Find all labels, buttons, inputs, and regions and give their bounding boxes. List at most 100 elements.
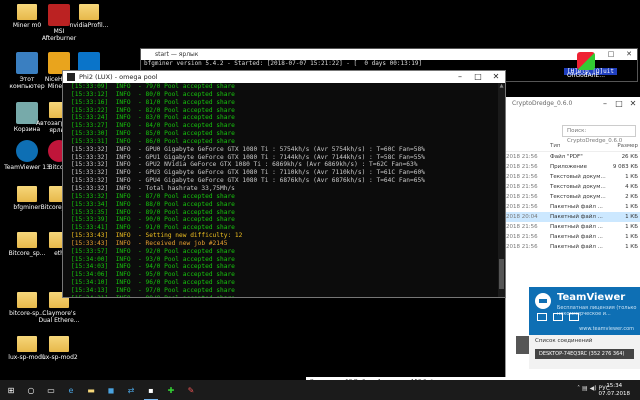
console-line: [15:33:32] INFO - GPU3 Gigabyte GeForce … bbox=[71, 169, 425, 177]
explorer-titlebar[interactable]: CryptoDredge_0.6.0 – □ ✕ bbox=[506, 97, 640, 111]
chat-icon[interactable] bbox=[537, 313, 547, 321]
column-type[interactable]: Тип bbox=[550, 143, 610, 149]
clock-time: 15:34 bbox=[606, 383, 623, 389]
folder-icon bbox=[79, 4, 99, 20]
file-date: 2018 21:56 bbox=[506, 224, 538, 230]
file-row[interactable]: 2018 20:04 Пакетный файл ... 1 КБ bbox=[506, 212, 640, 222]
explorer-column-header: Тип Размер bbox=[506, 141, 640, 152]
file-explorer-icon[interactable]: ▬ bbox=[84, 383, 98, 397]
connection-item[interactable]: DESKTOP-74EQ3RC (352 276 364) bbox=[535, 349, 634, 359]
console-line: [15:33:24] INFO - 83/0 Pool accepted sha… bbox=[71, 114, 235, 122]
teamviewer-connection-list: Список соединений DESKTOP-74EQ3RC (352 2… bbox=[529, 335, 640, 369]
computer-icon bbox=[16, 52, 38, 74]
teamviewer-name: TeamViewer bbox=[557, 292, 626, 303]
file-row[interactable]: 2018 21:56 Текстовый докум... 1 КБ bbox=[506, 172, 640, 182]
file-type: Пакетный файл ... bbox=[550, 224, 603, 230]
console-line: [15:33:32] INFO - GPU1 Gigabyte GeForce … bbox=[71, 153, 425, 161]
close-button[interactable]: ✕ bbox=[626, 97, 640, 111]
file-size: 1 КБ bbox=[625, 204, 638, 210]
network-icon[interactable]: ▤ bbox=[582, 385, 588, 392]
file-size: 26 КБ bbox=[621, 154, 638, 160]
explorer-file-list: 2018 21:56 Файл "PDF" 26 КБ 2018 21:56 Прило… bbox=[506, 152, 640, 252]
maximize-button[interactable]: □ bbox=[612, 97, 626, 111]
column-date[interactable] bbox=[506, 143, 550, 149]
desktop-icon-ohgodanethlargementpill[interactable]: OhGodAnE... bbox=[566, 52, 606, 79]
console-line: [15:34:06] INFO - 95/0 Pool accepted sha… bbox=[71, 271, 235, 279]
console-line: [15:33:27] INFO - 84/0 Pool accepted sha… bbox=[71, 122, 235, 130]
start-button[interactable]: ⊞ bbox=[4, 383, 18, 397]
folder-icon bbox=[17, 336, 37, 352]
file-size: 9 083 КБ bbox=[612, 164, 638, 170]
file-row[interactable]: 2018 21:56 Файл "PDF" 26 КБ bbox=[506, 152, 640, 162]
task-view-icon[interactable]: ▭ bbox=[44, 383, 58, 397]
file-date: 2018 21:56 bbox=[506, 174, 538, 180]
console-line: [15:33:32] INFO - Total hashrate 33,75Mh… bbox=[71, 184, 235, 192]
file-size: 1 КБ bbox=[625, 234, 638, 240]
close-button[interactable]: ✕ bbox=[487, 71, 505, 83]
phi2-console-window[interactable]: Phi2 (LUX) - omega pool – □ ✕ [15:33:09]… bbox=[62, 70, 506, 298]
scroll-up-icon[interactable]: ▲ bbox=[498, 83, 505, 90]
file-type: Файл "PDF" bbox=[550, 154, 583, 160]
file-row[interactable]: 2018 21:56 Текстовый докум... 4 КБ bbox=[506, 182, 640, 192]
pill-taskbar-icon[interactable]: ✎ bbox=[184, 383, 198, 397]
teamviewer-link[interactable]: www.teamviewer.com bbox=[579, 326, 634, 332]
console-line: [15:33:34] INFO - 88/0 Pool accepted sha… bbox=[71, 200, 235, 208]
cortana-icon[interactable]: ○ bbox=[24, 383, 38, 397]
connection-list-header: Список соединений bbox=[535, 338, 593, 344]
console-line: [15:33:35] INFO - 89/0 Pool accepted sha… bbox=[71, 208, 235, 216]
teamviewer-side-handle[interactable] bbox=[516, 336, 529, 354]
minimize-button[interactable]: – bbox=[451, 71, 469, 83]
file-type: Пакетный файл ... bbox=[550, 204, 603, 210]
close-button[interactable]: ✕ bbox=[621, 49, 637, 60]
explorer-search-input[interactable]: Поиск: CryptoDredge_0.6.0 bbox=[562, 125, 636, 144]
desktop-icon[interactable]: nvidiaProfil... bbox=[66, 4, 112, 29]
console-line: [15:33:22] INFO - 82/0 Pool accepted sha… bbox=[71, 106, 235, 114]
file-row[interactable]: 2018 21:56 Пакетный файл ... 1 КБ bbox=[506, 222, 640, 232]
bfgminer-titlebar[interactable]: start — ярлык – □ ✕ bbox=[141, 49, 637, 60]
file-type: Текстовый докум... bbox=[550, 184, 606, 190]
console-line: [15:34:13] INFO - 97/0 Pool accepted sha… bbox=[71, 286, 235, 294]
console-title: Phi2 (LUX) - omega pool bbox=[79, 73, 158, 81]
file-date: 2018 21:56 bbox=[506, 154, 538, 160]
teamviewer-taskbar-icon[interactable]: ⇄ bbox=[124, 383, 138, 397]
recycle-bin-icon bbox=[16, 102, 38, 124]
scrollbar-thumb[interactable] bbox=[499, 259, 504, 289]
file-size: 1 КБ bbox=[625, 174, 638, 180]
file-row[interactable]: 2018 21:56 Приложение 9 083 КБ bbox=[506, 162, 640, 172]
file-row[interactable]: 2018 21:56 Пакетный файл ... 1 КБ bbox=[506, 232, 640, 242]
tray-up-icon[interactable]: ˄ bbox=[577, 385, 580, 392]
desktop-icon[interactable]: lux-sp-mod2 bbox=[36, 336, 82, 361]
console-line: [15:33:32] INFO - GPU0 Gigabyte GeForce … bbox=[71, 145, 425, 153]
file-type: Приложение bbox=[550, 164, 587, 170]
file-size: 1 КБ bbox=[625, 214, 638, 220]
file-row[interactable]: 2018 21:56 Текстовый докум... 2 КБ bbox=[506, 192, 640, 202]
console-titlebar[interactable]: Phi2 (LUX) - omega pool – □ ✕ bbox=[63, 71, 505, 83]
console-scrollbar[interactable]: ▲ bbox=[498, 83, 505, 297]
file-type: Пакетный файл ... bbox=[550, 244, 603, 250]
taskbar: ⊞ ○ ▭ e ▬ ◼ ⇄ ▪ ✚ ✎ ˄ ▤ ◀) РУС 15:34 07.… bbox=[0, 380, 640, 400]
console-line: [15:33:09] INFO - 79/0 Pool accepted sha… bbox=[71, 83, 235, 90]
console-line: [15:33:57] INFO - 92/0 Pool accepted sha… bbox=[71, 247, 235, 255]
volume-icon[interactable]: ◀) bbox=[590, 385, 597, 392]
transfer-icon[interactable] bbox=[569, 313, 579, 321]
video-icon[interactable] bbox=[553, 313, 563, 321]
edge-icon[interactable]: e bbox=[64, 383, 78, 397]
maximize-button[interactable]: □ bbox=[469, 71, 487, 83]
explorer-title: CryptoDredge_0.6.0 bbox=[512, 100, 573, 107]
xbox-icon[interactable]: ✚ bbox=[164, 383, 178, 397]
file-type: Текстовый докум... bbox=[550, 174, 606, 180]
desktop-icon-label: nvidiaProfil... bbox=[69, 22, 109, 29]
minimize-button[interactable]: – bbox=[598, 97, 612, 111]
clock[interactable]: 15:34 07.07.2018 bbox=[599, 382, 631, 398]
store-icon[interactable]: ◼ bbox=[104, 383, 118, 397]
folder-icon bbox=[17, 232, 37, 248]
file-row[interactable]: 2018 21:56 Пакетный файл ... 1 КБ bbox=[506, 202, 640, 212]
file-row[interactable]: 2018 21:56 Пакетный файл ... 1 КБ bbox=[506, 242, 640, 252]
teamviewer-icon bbox=[16, 140, 38, 162]
column-size[interactable]: Размер bbox=[610, 143, 638, 149]
desktop-icon-label: MSI Afterburner bbox=[41, 28, 77, 42]
console-taskbar-icon[interactable]: ▪ bbox=[144, 383, 158, 400]
console-line: [15:34:00] INFO - 93/0 Pool accepted sha… bbox=[71, 255, 235, 263]
bfgminer-title: start — ярлык bbox=[155, 51, 199, 58]
teamviewer-panel[interactable]: TeamViewer Бесплатная лицензия (только н… bbox=[529, 287, 640, 335]
